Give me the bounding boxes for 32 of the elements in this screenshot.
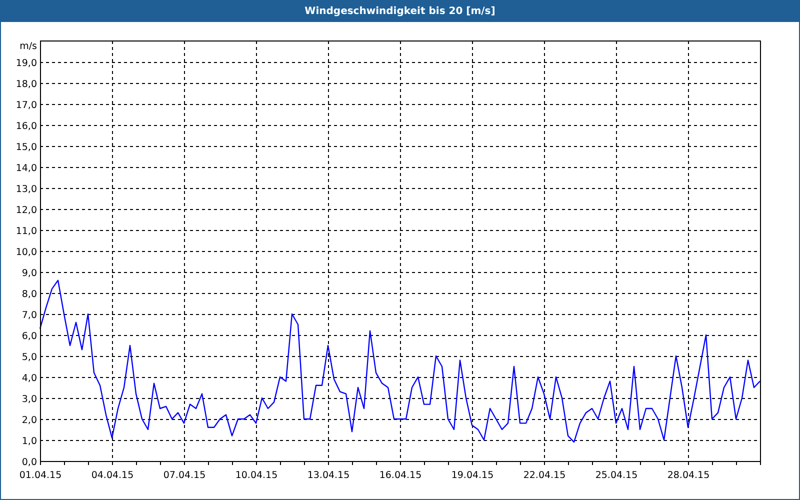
axis-label: 16,0 [16,121,37,132]
axis-label: 1,0 [22,436,37,447]
window-title: Windgeschwindigkeit bis 20 [m/s] [304,5,496,19]
axis-label: 01.04.15 [19,470,62,481]
axis-label: 16.04.15 [379,470,422,481]
axis-label: 3,0 [22,394,37,405]
axis-label: 28.04.15 [667,470,710,481]
axis-label: 19.04.15 [451,470,494,481]
axis-label: 7,0 [22,310,37,321]
axis-label: 2,0 [22,415,37,426]
axis-label: 12,0 [16,205,37,216]
axis-label: 18,0 [16,79,37,90]
axis-label: 13,0 [16,184,37,195]
axis-label: 6,0 [22,331,37,342]
axis-label: 07.04.15 [163,470,206,481]
axis-label: 4,0 [22,373,37,384]
axis-label: 5,0 [22,352,37,363]
axis-label: 0,0 [22,457,37,468]
axis-label: 22.04.15 [523,470,566,481]
axis-label: 8,0 [22,289,37,300]
axis-label: 25.04.15 [595,470,638,481]
axis-label: 10,0 [16,247,37,258]
axis-unit-label: m/s [20,41,37,52]
axis-label: 15,0 [16,142,37,153]
axis-label: 9,0 [22,268,37,279]
axis-label: 11,0 [16,226,37,237]
axis-label: 13.04.15 [307,470,350,481]
axis-label: 19,0 [16,58,37,69]
axis-label: 04.04.15 [91,470,134,481]
axis-label: 17,0 [16,100,37,111]
axis-label: 10.04.15 [235,470,278,481]
axis-label: 14,0 [16,163,37,174]
